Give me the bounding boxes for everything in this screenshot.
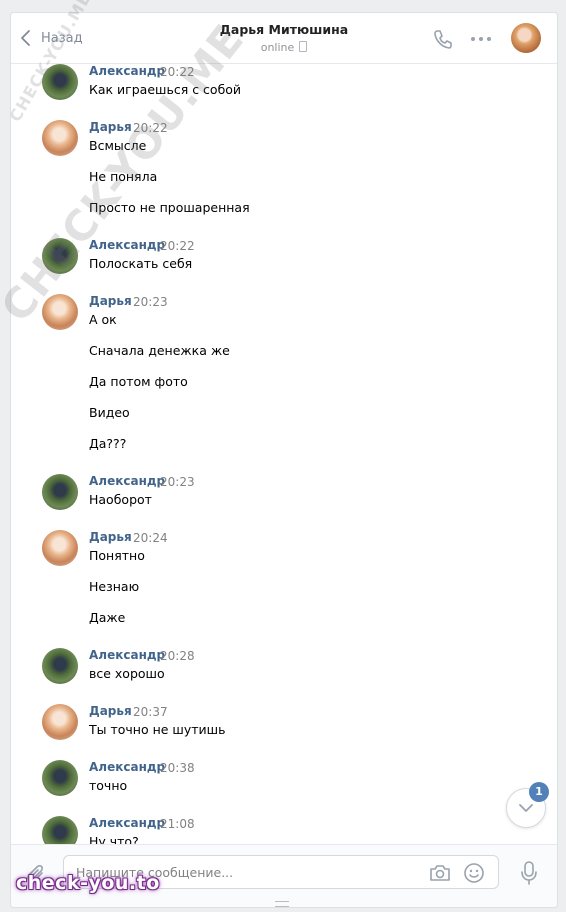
message-time[interactable]: 20:24 [133, 531, 168, 545]
message-text: Как играешься с собой [89, 82, 242, 97]
avatar[interactable] [42, 648, 78, 684]
message-history: Александр 20:22 Как играешься с собой Да… [11, 64, 557, 844]
avatar[interactable] [42, 238, 78, 274]
back-button[interactable]: Назад [19, 27, 83, 49]
message-author[interactable]: Александр [89, 474, 165, 488]
message-text: Просто не прошаренная [89, 200, 250, 215]
composer-resize-handle[interactable] [275, 901, 289, 907]
chat-title: Дарья Митюшина [219, 22, 349, 37]
back-chevron-icon [21, 30, 30, 46]
mobile-phone-icon [299, 41, 308, 52]
message-text: точно [89, 778, 128, 793]
phone-icon[interactable] [432, 28, 454, 50]
message-text: Даже [89, 610, 126, 625]
message-text: А ок [89, 312, 117, 327]
message-time[interactable]: 20:22 [133, 121, 168, 135]
message-time[interactable]: 20:37 [133, 705, 168, 719]
message-text: Наоборот [89, 492, 152, 507]
chat-status: online [260, 41, 295, 54]
more-dots-icon[interactable] [470, 35, 492, 43]
message-text: Всмысле [89, 138, 147, 153]
message-author[interactable]: Александр [89, 64, 165, 78]
message-time[interactable]: 20:23 [160, 475, 195, 489]
message-time[interactable]: 20:38 [160, 761, 195, 775]
avatar[interactable] [42, 294, 78, 330]
message-author[interactable]: Дарья [89, 530, 132, 544]
header-avatar[interactable] [511, 23, 541, 53]
avatar[interactable] [42, 704, 78, 740]
avatar[interactable] [42, 816, 78, 844]
message-time[interactable]: 20:22 [160, 65, 195, 79]
message-text: Полоскать себя [89, 256, 193, 271]
microphone-icon[interactable] [519, 860, 539, 886]
message-author[interactable]: Александр [89, 816, 165, 830]
message-author[interactable]: Дарья [89, 294, 132, 308]
message-text: Видео [89, 405, 130, 420]
chat-window: Назад Дарья Митюшина online Александр 20… [10, 12, 558, 908]
message-time[interactable]: 21:08 [160, 817, 195, 831]
message-time[interactable]: 20:28 [160, 649, 195, 663]
message-text: Сначала денежка же [89, 343, 230, 358]
avatar[interactable] [42, 120, 78, 156]
chat-title-block[interactable]: Дарья Митюшина online [161, 22, 407, 54]
message-text: Понятно [89, 548, 145, 563]
message-text: Незнаю [89, 579, 140, 594]
message-author[interactable]: Александр [89, 648, 165, 662]
unread-count-badge: 1 [529, 782, 549, 802]
message-text: Да??? [89, 436, 127, 451]
message-text: Не поняла [89, 169, 158, 184]
back-label: Назад [41, 30, 83, 46]
avatar[interactable] [42, 530, 78, 566]
message-author[interactable]: Дарья [89, 120, 132, 134]
message-text: Да потом фото [89, 374, 188, 389]
avatar[interactable] [42, 760, 78, 796]
emoji-icon[interactable] [463, 862, 485, 884]
message-text: все хорошо [89, 666, 165, 681]
chat-status-line: online [161, 41, 407, 54]
watermark-logo: check-you.to [16, 872, 160, 894]
chevron-down-icon [519, 804, 533, 812]
message-author[interactable]: Дарья [89, 704, 132, 718]
message-time[interactable]: 20:23 [133, 295, 168, 309]
camera-icon[interactable] [429, 864, 451, 882]
message-text: Ты точно не шутишь [89, 722, 226, 737]
message-text: Ну что? [89, 834, 139, 844]
chat-header: Назад Дарья Митюшина online [11, 13, 557, 64]
message-time[interactable]: 20:22 [160, 239, 195, 253]
message-author[interactable]: Александр [89, 238, 165, 252]
avatar[interactable] [42, 64, 78, 100]
message-author[interactable]: Александр [89, 760, 165, 774]
avatar[interactable] [42, 474, 78, 510]
